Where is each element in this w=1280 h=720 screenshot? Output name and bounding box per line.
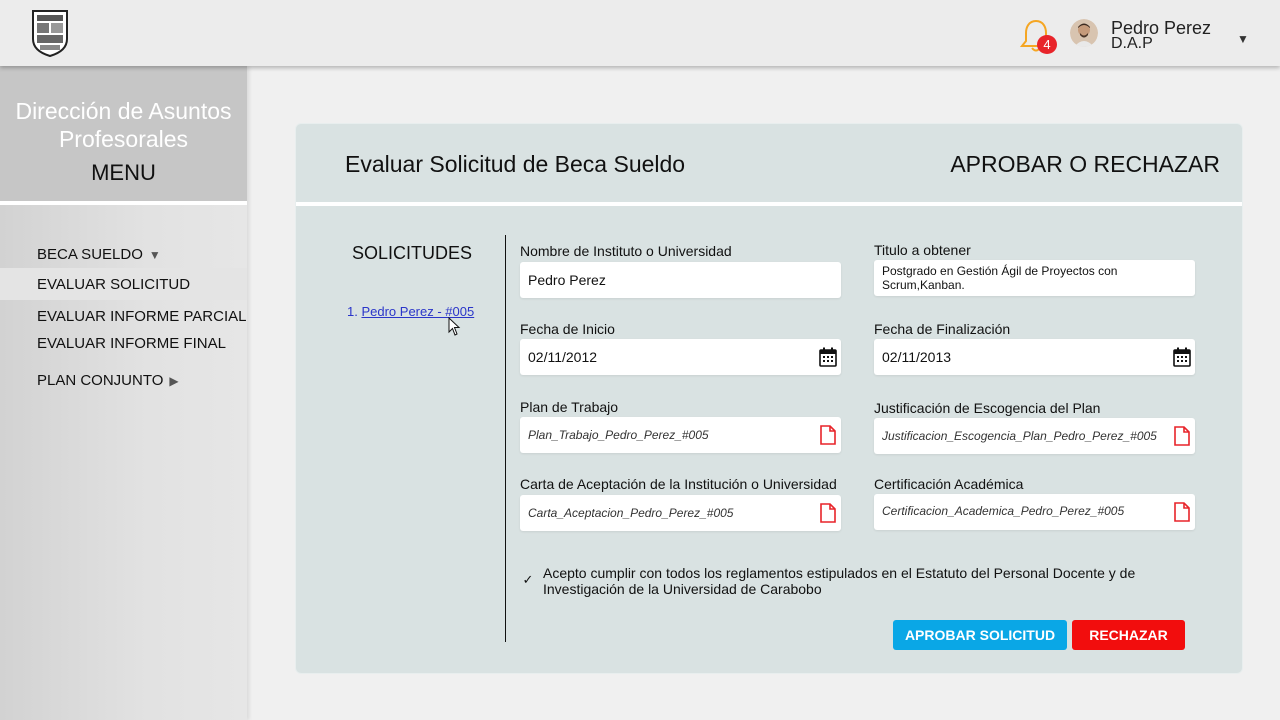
carta-field[interactable]: Carta_Aceptacion_Pedro_Perez_#005 xyxy=(520,495,841,531)
justificacion-label: Justificación de Escogencia del Plan xyxy=(874,400,1101,416)
top-bar: 4 Pedro Perez D.A.P ▼ xyxy=(0,0,1280,66)
titulo-value: Postgrado en Gestión Ágil de Proyectos c… xyxy=(882,264,1118,292)
sidebar-title: Dirección de Asuntos Profesorales xyxy=(0,97,247,153)
sidebar-item-label: EVALUAR INFORME FINAL xyxy=(37,335,226,352)
sidebar-title-line1: Dirección de Asuntos xyxy=(15,98,232,124)
action-title: APROBAR O RECHAZAR xyxy=(950,151,1220,177)
notification-count-badge: 4 xyxy=(1037,35,1057,54)
calendar-icon[interactable] xyxy=(819,347,837,367)
carta-filename: Carta_Aceptacion_Pedro_Perez_#005 xyxy=(528,506,734,520)
user-role: D.A.P xyxy=(1111,35,1153,52)
fecha-fin-field[interactable]: 02/11/2013 xyxy=(874,339,1195,375)
plan-trabajo-field[interactable]: Plan_Trabajo_Pedro_Perez_#005 xyxy=(520,417,841,453)
file-icon[interactable] xyxy=(819,503,837,523)
plan-trabajo-filename: Plan_Trabajo_Pedro_Perez_#005 xyxy=(528,428,709,442)
column-divider xyxy=(505,235,506,642)
chevron-down-icon: ▼ xyxy=(148,248,161,262)
agreement-text: Acepto cumplir con todos los reglamentos… xyxy=(543,565,1136,597)
institucion-field[interactable]: Pedro Perez xyxy=(520,262,841,298)
solicitudes-title: SOLICITUDES xyxy=(352,243,473,263)
user-menu-dropdown-icon[interactable]: ▼ xyxy=(1237,32,1249,46)
page-title: Evaluar Solicitud de Beca Sueldo xyxy=(345,151,686,177)
sidebar-header: Dirección de Asuntos Profesorales MENU xyxy=(0,66,247,202)
sidebar-menu-label: MENU xyxy=(91,160,156,185)
sidebar-item-evaluar-informe-final[interactable]: EVALUAR INFORME FINAL xyxy=(0,333,247,355)
fecha-fin-value: 02/11/2013 xyxy=(882,349,952,365)
agreement-checkbox[interactable]: ✓ xyxy=(521,573,535,587)
sidebar-item-beca-sueldo[interactable]: BECA SUELDO ▼ xyxy=(0,243,247,267)
evaluation-card: Evaluar Solicitud de Beca Sueldo APROBAR… xyxy=(295,123,1243,674)
sidebar-item-label: EVALUAR SOLICITUD xyxy=(37,276,191,293)
sidebar-item-label: BECA SUELDO xyxy=(37,246,143,263)
justificacion-field[interactable]: Justificacion_Escogencia_Plan_Pedro_Pere… xyxy=(874,418,1195,454)
approve-button[interactable]: APROBAR SOLICITUD xyxy=(893,620,1067,650)
sidebar: Dirección de Asuntos Profesorales MENU B… xyxy=(0,66,247,720)
file-icon[interactable] xyxy=(819,425,837,445)
calendar-icon[interactable] xyxy=(1173,347,1191,367)
certificacion-field[interactable]: Certificacion_Academica_Pedro_Perez_#005 xyxy=(874,494,1195,530)
file-icon[interactable] xyxy=(1173,426,1191,446)
fecha-inicio-value: 02/11/2012 xyxy=(528,349,598,365)
sidebar-divider xyxy=(0,201,247,205)
sidebar-item-evaluar-informe-parcial[interactable]: EVALUAR INFORME PARCIAL xyxy=(0,306,247,328)
carta-label: Carta de Aceptación de la Institución o … xyxy=(520,476,837,492)
certificacion-filename: Certificacion_Academica_Pedro_Perez_#005 xyxy=(882,504,1125,518)
sidebar-item-evaluar-solicitud[interactable]: EVALUAR SOLICITUD xyxy=(0,268,247,300)
card-divider xyxy=(296,202,1242,206)
fecha-inicio-field[interactable]: 02/11/2012 xyxy=(520,339,841,375)
chevron-right-icon: ▶ xyxy=(169,374,179,388)
sidebar-item-plan-conjunto[interactable]: PLAN CONJUNTO ▶ xyxy=(0,370,247,392)
fecha-fin-label: Fecha de Finalización xyxy=(874,321,1011,337)
titulo-field[interactable]: Postgrado en Gestión Ágil de Proyectos c… xyxy=(874,260,1195,296)
avatar[interactable] xyxy=(1070,19,1098,47)
file-icon[interactable] xyxy=(1173,502,1191,522)
titulo-label: Titulo a obtener xyxy=(874,242,971,258)
justificacion-filename: Justificacion_Escogencia_Plan_Pedro_Pere… xyxy=(882,429,1157,443)
institucion-label: Nombre de Instituto o Universidad xyxy=(520,243,732,259)
certificacion-label: Certificación Académica xyxy=(874,476,1024,492)
plan-trabajo-label: Plan de Trabajo xyxy=(520,399,619,415)
institucion-value: Pedro Perez xyxy=(528,272,606,288)
university-crest-logo xyxy=(32,10,68,57)
fecha-inicio-label: Fecha de Inicio xyxy=(520,321,615,337)
solicitud-number: 1. xyxy=(347,304,358,319)
reject-button[interactable]: RECHAZAR xyxy=(1072,620,1185,650)
sidebar-item-label: EVALUAR INFORME PARCIAL xyxy=(37,308,247,325)
mouse-cursor-icon xyxy=(448,317,461,336)
sidebar-item-label: PLAN CONJUNTO xyxy=(37,372,164,389)
sidebar-title-line2: Profesorales xyxy=(58,126,189,152)
